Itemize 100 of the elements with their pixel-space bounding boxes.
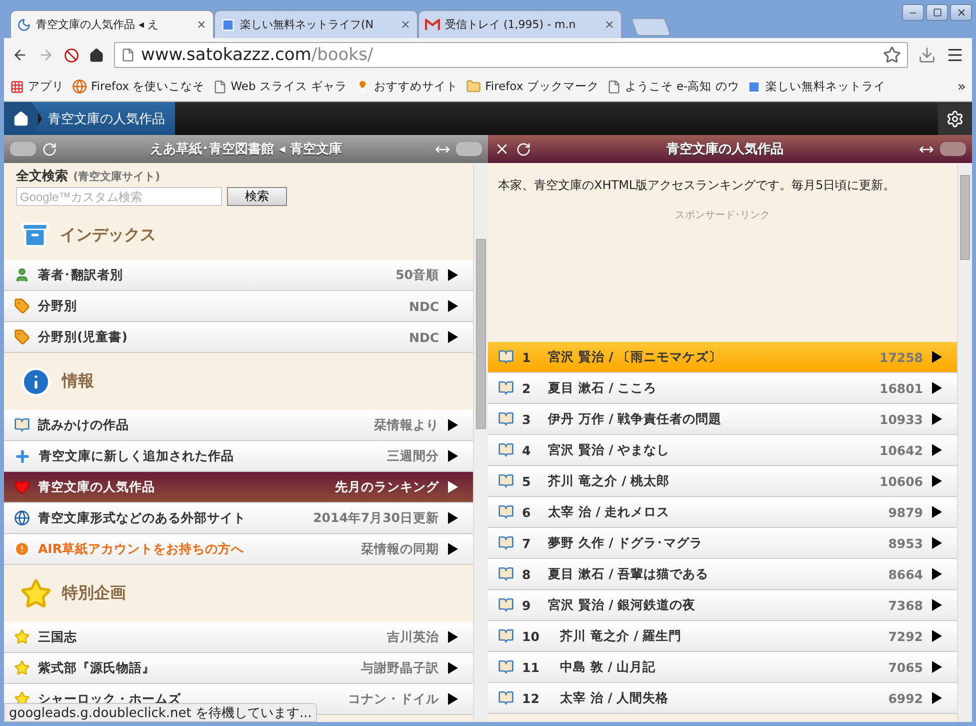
- close-icon[interactable]: [604, 19, 615, 30]
- menu-row[interactable]: 分野別 NDC: [4, 291, 473, 322]
- row-label: 青空文庫の人気作品: [38, 478, 156, 496]
- ranking-row[interactable]: 10 芥川 竜之介 / 羅生門 7292: [488, 621, 957, 652]
- ranking-row[interactable]: 8 夏目 漱石 / 吾輩は猫である 8664: [488, 559, 957, 590]
- ranking-row[interactable]: 12 太宰 治 / 人間失格 6992: [488, 683, 957, 714]
- arrow-icon[interactable]: [447, 418, 459, 432]
- home-button[interactable]: [4, 102, 38, 135]
- breadcrumb[interactable]: 青空文庫の人気作品: [32, 102, 175, 135]
- rank-number: 9: [522, 598, 532, 612]
- close-icon[interactable]: [400, 19, 411, 30]
- bookmark-link[interactable]: アプリ: [10, 79, 64, 94]
- row-label: 著者･翻訳者別: [38, 266, 124, 284]
- download-icon[interactable]: [918, 46, 936, 64]
- menu-row[interactable]: 青空文庫の人気作品 先月のランキング: [4, 472, 473, 503]
- view-count: 7368: [888, 598, 923, 612]
- arrow-icon[interactable]: [447, 542, 459, 556]
- ranking-row[interactable]: 2 夏目 漱石 / こころ 16801: [488, 373, 957, 404]
- close-icon[interactable]: [196, 19, 207, 30]
- home-icon[interactable]: [89, 48, 104, 62]
- rank-number: 12: [522, 690, 540, 706]
- arrow-icon[interactable]: [931, 350, 943, 364]
- book-icon: [498, 473, 514, 489]
- menu-icon[interactable]: [946, 46, 964, 64]
- arrow-icon[interactable]: [931, 505, 943, 519]
- menu-row[interactable]: 読みかけの作品 栞情報より: [4, 410, 473, 441]
- heart-icon: [14, 479, 30, 495]
- browser-tab[interactable]: 受信トレイ (1,995) - m.n: [418, 10, 622, 38]
- view-count: 8953: [888, 536, 923, 550]
- arrow-icon[interactable]: [931, 691, 943, 705]
- arrow-icon[interactable]: [447, 449, 459, 463]
- section-title: 特別企画: [62, 583, 126, 604]
- bookmark-link[interactable]: 楽しい無料ネットライ: [747, 79, 886, 94]
- firefox-icon: [72, 79, 87, 94]
- status-toast: googleads.g.doubleclick.net を待機しています...: [4, 703, 317, 722]
- view-count: 7065: [888, 660, 923, 674]
- ranking-row[interactable]: 4 宮沢 賢治 / やまなし 10642: [488, 435, 957, 466]
- settings-button[interactable]: [938, 102, 972, 135]
- more-bookmarks-button[interactable]: »: [957, 78, 966, 94]
- arrow-icon[interactable]: [931, 567, 943, 581]
- arrow-icon[interactable]: [931, 381, 943, 395]
- arrow-icon[interactable]: [931, 629, 943, 643]
- rank-number: 3: [522, 412, 532, 426]
- ranking-row[interactable]: 3 伊丹 万作 / 戦争責任者の問題 10933: [488, 404, 957, 435]
- arrow-icon[interactable]: [447, 511, 459, 525]
- search-field[interactable]: Google™カスタム検索: [16, 187, 222, 206]
- close-icon: [956, 7, 966, 18]
- reload-icon[interactable]: [516, 142, 531, 156]
- bookmark-link[interactable]: Firefox ブックマーク: [466, 79, 599, 94]
- arrow-icon[interactable]: [931, 598, 943, 612]
- book-icon: [498, 349, 514, 365]
- plus-icon: [14, 448, 31, 464]
- arrow-icon[interactable]: [447, 480, 459, 494]
- forward-button[interactable]: [940, 142, 966, 156]
- search-button[interactable]: 検索: [227, 187, 287, 206]
- tag-icon: [14, 298, 30, 314]
- browser-tab[interactable]: 楽しい無料ネットライフ(N: [214, 10, 418, 38]
- address-bar[interactable]: www.satokazzz.com/books/: [114, 42, 908, 68]
- bookmark-link[interactable]: Firefox を使いこなそ: [72, 79, 205, 94]
- mail-icon: [425, 18, 440, 30]
- row-note: NDC: [408, 298, 439, 314]
- arrow-icon[interactable]: [447, 692, 459, 706]
- browser-tab[interactable]: 青空文庫の人気作品 ◂ え: [10, 10, 214, 38]
- arrow-icon[interactable]: [931, 536, 943, 550]
- maximize-button[interactable]: [926, 4, 948, 21]
- menu-row[interactable]: 紫式部『源氏物語』 与謝野晶子訳: [4, 653, 473, 684]
- arrow-icon[interactable]: [447, 299, 459, 313]
- page-icon: [606, 80, 621, 94]
- menu-row[interactable]: 分野別(児童書) NDC: [4, 322, 473, 353]
- menu-row[interactable]: 青空文庫形式などのある外部サイト 2014年7月30日更新: [4, 503, 473, 534]
- bookmark-star-icon[interactable]: [883, 46, 901, 64]
- arrow-icon[interactable]: [931, 412, 943, 426]
- stop-icon[interactable]: [64, 48, 79, 62]
- bookmark-link[interactable]: Web スライス ギャラ: [212, 79, 348, 94]
- scrollbar[interactable]: [957, 163, 972, 722]
- bookmark-link[interactable]: おすすめサイト: [355, 79, 458, 94]
- bookmark-link[interactable]: ようこそ e-高知 のウ: [606, 79, 740, 94]
- arrow-icon[interactable]: [447, 661, 459, 675]
- ranking-row[interactable]: 1 宮沢 賢治 / 〔雨ニモマケズ〕 17258: [488, 342, 957, 373]
- rank-number: 11: [522, 660, 540, 674]
- ranking-row[interactable]: 7 夢野 久作 / ドグラ･マグラ 8953: [488, 528, 957, 559]
- ranking-row[interactable]: 6 太宰 治 / 走れメロス 9879: [488, 497, 957, 528]
- menu-row[interactable]: 著者･翻訳者別 50音順: [4, 260, 473, 291]
- close-button[interactable]: [950, 4, 972, 21]
- arrow-icon[interactable]: [931, 443, 943, 457]
- arrow-icon[interactable]: [447, 268, 459, 282]
- ranking-row[interactable]: 5 芥川 竜之介 / 桃太郎 10606: [488, 466, 957, 497]
- menu-row[interactable]: 三国志 吉川英治: [4, 622, 473, 653]
- scrollbar[interactable]: [473, 163, 488, 722]
- star-icon: [14, 629, 30, 645]
- arrow-icon[interactable]: [447, 630, 459, 644]
- menu-row[interactable]: 青空文庫に新しく追加された作品 三週間分: [4, 441, 473, 472]
- arrow-icon[interactable]: [931, 660, 943, 674]
- arrow-icon[interactable]: [447, 330, 459, 344]
- menu-row[interactable]: AIR草紙アカウントをお持ちの方へ 栞情報の同期: [4, 534, 473, 565]
- ranking-row[interactable]: 9 宮沢 賢治 / 銀河鉄道の夜 7368: [488, 590, 957, 621]
- back-icon[interactable]: [12, 47, 28, 63]
- arrow-icon[interactable]: [931, 474, 943, 488]
- tag-icon: [14, 329, 30, 345]
- ranking-row[interactable]: 11 中島 敦 / 山月記 7065: [488, 652, 957, 683]
